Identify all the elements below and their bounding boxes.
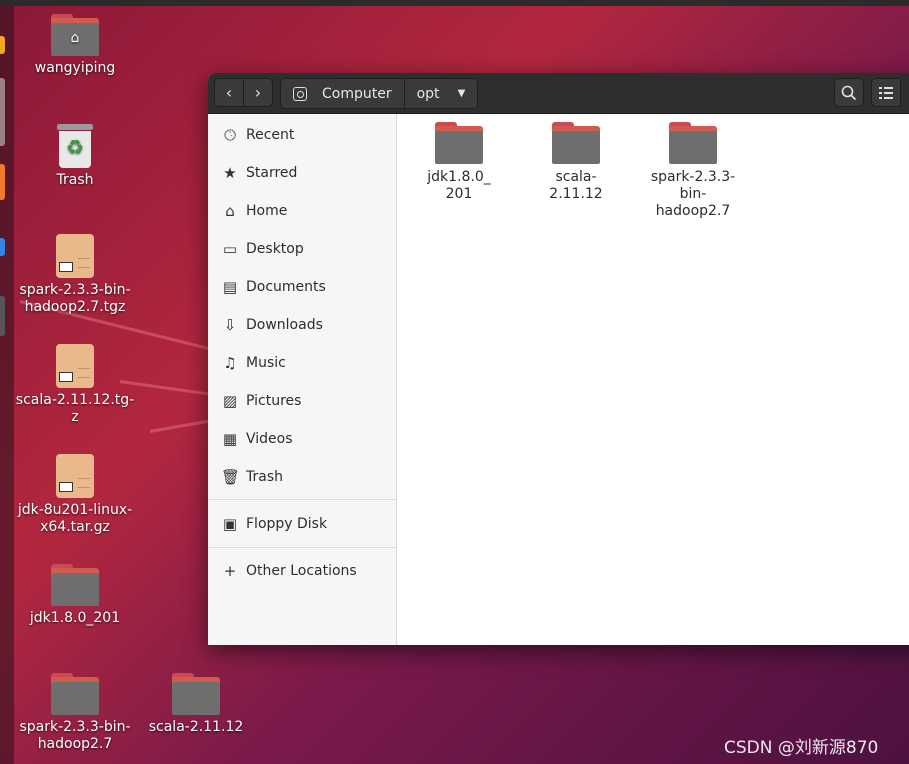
- video-icon: ▦: [222, 430, 238, 448]
- folder-icon: [669, 122, 717, 164]
- archive-icon: [56, 454, 94, 498]
- star-icon: ★: [223, 164, 237, 182]
- dock-app-indicator[interactable]: [0, 296, 5, 336]
- desktop-item-jdk-tgz[interactable]: jdk-8u201-linux-x64.tar.gz: [15, 454, 135, 536]
- trash-icon: ♻: [57, 124, 93, 168]
- desktop-item-spark-tgz[interactable]: spark-2.3.3-bin-hadoop2.7.tgz: [15, 234, 135, 316]
- document-icon: ▤: [222, 278, 238, 296]
- sidebar-item-downloads[interactable]: ⇩ Downloads: [208, 306, 396, 344]
- music-icon: ♫: [223, 354, 237, 372]
- search-icon: [841, 85, 857, 100]
- chevron-right-icon: ›: [254, 83, 262, 102]
- list-view-button[interactable]: [871, 78, 901, 107]
- top-panel: [0, 0, 909, 6]
- file-name: jdk1.8.0_ 201: [427, 169, 491, 202]
- folder-icon: [552, 122, 600, 164]
- file-manager-window: ‹ › Computer opt ▼ 🕓︎ Recent ★ Starred ⌂ Ho…: [208, 73, 909, 645]
- folder-icon: [435, 122, 483, 164]
- desktop-item-jdk-folder[interactable]: jdk1.8.0_201: [15, 564, 135, 627]
- sidebar-item-floppy-disk[interactable]: ▣ Floppy Disk: [208, 505, 396, 543]
- folder-icon: [51, 673, 99, 715]
- sidebar: 🕓︎ Recent ★ Starred ⌂ Home ▭ Desktop ▤ Docume…: [208, 114, 397, 645]
- forward-button[interactable]: ›: [243, 78, 273, 107]
- sidebar-item-trash[interactable]: 🗑︎ Trash: [208, 458, 396, 496]
- dock-app-indicator[interactable]: [0, 36, 5, 54]
- desktop-icon: ▭: [222, 240, 238, 258]
- path-segment-opt[interactable]: opt ▼: [404, 79, 478, 108]
- archive-icon: [56, 234, 94, 278]
- desktop-item-label: spark-2.3.3-bin-hadoop2.7: [19, 719, 131, 752]
- file-name: spark-2.3.3- bin-hadoop2.7: [650, 169, 736, 219]
- desktop-item-label: scala-2.11.12.tg-z: [15, 392, 135, 425]
- clock-icon: 🕓︎: [224, 126, 236, 144]
- archive-icon: [56, 344, 94, 388]
- sidebar-item-starred[interactable]: ★ Starred: [208, 154, 396, 192]
- desktop-item-scala-folder[interactable]: scala-2.11.12: [136, 673, 256, 736]
- file-item-spark[interactable]: spark-2.3.3- bin-hadoop2.7: [648, 122, 738, 220]
- desktop-item-label: wangyiping: [34, 60, 116, 76]
- watermark: CSDN @刘新源870: [724, 738, 879, 758]
- sidebar-item-documents[interactable]: ▤ Documents: [208, 268, 396, 306]
- home-icon: ⌂: [225, 202, 235, 220]
- file-item-jdk[interactable]: jdk1.8.0_ 201: [414, 122, 504, 203]
- header-bar: ‹ › Computer opt ▼: [208, 73, 909, 114]
- path-bar: Computer opt ▼: [280, 78, 479, 109]
- sidebar-item-desktop[interactable]: ▭ Desktop: [208, 230, 396, 268]
- search-button[interactable]: [834, 78, 864, 107]
- desktop-item-trash[interactable]: ♻ Trash: [15, 124, 135, 189]
- sidebar-separator: [208, 547, 396, 548]
- picture-icon: ▨: [222, 392, 238, 410]
- folder-icon: [51, 564, 99, 606]
- back-button[interactable]: ‹: [214, 78, 244, 107]
- sidebar-item-pictures[interactable]: ▨ Pictures: [208, 382, 396, 420]
- desktop-item-label: jdk1.8.0_201: [29, 610, 121, 626]
- list-view-icon: [879, 86, 893, 99]
- download-icon: ⇩: [223, 316, 237, 334]
- sidebar-separator: [208, 499, 396, 500]
- sidebar-item-videos[interactable]: ▦ Videos: [208, 420, 396, 458]
- trash-icon: 🗑︎: [221, 468, 241, 486]
- file-view: jdk1.8.0_ 201 scala- 2.11.12 spark-2.3.3- b…: [397, 114, 909, 645]
- sidebar-item-other-locations[interactable]: + Other Locations: [208, 552, 396, 590]
- sidebar-item-recent[interactable]: 🕓︎ Recent: [208, 116, 396, 154]
- desktop-item-home[interactable]: ⌂ wangyiping: [15, 14, 135, 77]
- dock-app-indicator[interactable]: [0, 238, 5, 256]
- file-name: scala- 2.11.12: [549, 169, 603, 202]
- desktop-item-scala-tgz[interactable]: scala-2.11.12.tg-z: [15, 344, 135, 426]
- sidebar-item-music[interactable]: ♫ Music: [208, 344, 396, 382]
- home-folder-icon: ⌂: [51, 14, 99, 56]
- desktop-item-spark-folder[interactable]: spark-2.3.3-bin-hadoop2.7: [15, 673, 135, 753]
- path-segment-computer[interactable]: Computer: [281, 79, 405, 108]
- sidebar-item-home[interactable]: ⌂ Home: [208, 192, 396, 230]
- dock-app-indicator[interactable]: [0, 164, 5, 200]
- drive-icon: [293, 86, 307, 101]
- desktop-item-label: Trash: [56, 172, 94, 188]
- plus-icon: +: [223, 562, 237, 580]
- desktop-item-label: jdk-8u201-linux-x64.tar.gz: [17, 502, 133, 535]
- dock: [0, 6, 14, 764]
- chevron-left-icon: ‹: [225, 83, 233, 102]
- drive-icon: ▣: [222, 515, 238, 533]
- dock-app-indicator[interactable]: [0, 78, 5, 146]
- desktop-item-label: scala-2.11.12: [148, 719, 244, 735]
- folder-icon: [172, 673, 220, 715]
- file-item-scala[interactable]: scala- 2.11.12: [531, 122, 621, 203]
- desktop-item-label: spark-2.3.3-bin-hadoop2.7.tgz: [19, 282, 131, 315]
- dropdown-arrow-icon: ▼: [457, 88, 466, 99]
